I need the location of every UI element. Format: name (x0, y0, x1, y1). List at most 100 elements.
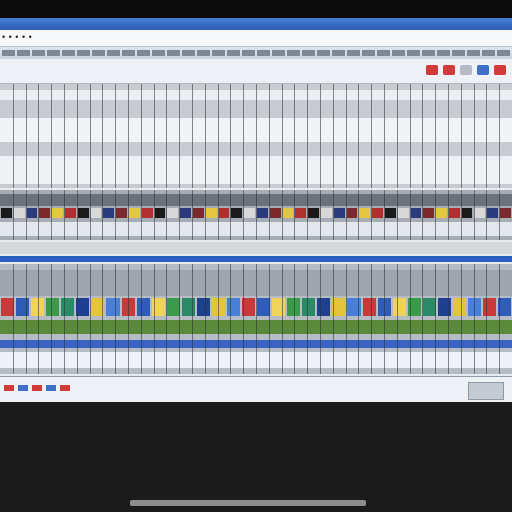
menu-item[interactable] (92, 50, 105, 56)
menu-item[interactable] (197, 50, 210, 56)
mixer-channel[interactable] (26, 208, 38, 218)
mixer-channel[interactable] (410, 208, 422, 218)
window-titlebar[interactable] (0, 18, 512, 30)
clip-block[interactable] (16, 298, 30, 316)
mixer-channel[interactable] (77, 208, 89, 218)
upper-track-pane[interactable] (0, 84, 512, 188)
menu-item[interactable] (362, 50, 375, 56)
menu-item[interactable] (77, 50, 90, 56)
menu-item[interactable] (137, 50, 150, 56)
menu-item[interactable] (497, 50, 510, 56)
menu-item[interactable] (227, 50, 240, 56)
menu-item[interactable] (167, 50, 180, 56)
menu-item[interactable] (332, 50, 345, 56)
mixer-channel[interactable] (448, 208, 460, 218)
mixer-channel[interactable] (384, 208, 396, 218)
mixer-channel[interactable] (180, 208, 191, 218)
clip-block[interactable] (332, 298, 346, 316)
mixer-channel[interactable] (436, 208, 447, 218)
menu-item[interactable] (467, 50, 480, 56)
mixer-channel[interactable] (397, 208, 409, 218)
clip-block[interactable] (452, 298, 466, 316)
menu-item[interactable] (182, 50, 195, 56)
menu-item[interactable] (47, 50, 60, 56)
grey-tool-icon[interactable] (460, 65, 472, 75)
menu-item[interactable] (152, 50, 165, 56)
menu-item[interactable] (2, 50, 15, 56)
red-tool-icon[interactable] (494, 65, 506, 75)
lower-track-pane[interactable] (0, 264, 512, 374)
mixer-channel[interactable] (141, 208, 153, 218)
mixer-channel[interactable] (487, 208, 499, 218)
mixer-channel[interactable] (282, 208, 294, 218)
mixer-channel[interactable] (52, 208, 63, 218)
mixer-channel[interactable] (90, 208, 102, 218)
menu-item[interactable] (122, 50, 135, 56)
mixer-channel[interactable] (256, 208, 268, 218)
menu-item[interactable] (317, 50, 330, 56)
mixer-channel[interactable] (346, 208, 358, 218)
mixer-channel[interactable] (231, 208, 243, 218)
mixer-channel[interactable] (500, 208, 511, 218)
mixer-channel[interactable] (116, 208, 127, 218)
mixer-channel[interactable] (1, 208, 12, 218)
clip-block[interactable] (302, 298, 316, 316)
mixer-channel[interactable] (320, 208, 332, 218)
mixer-channel[interactable] (64, 208, 76, 218)
mixer-channel[interactable] (244, 208, 255, 218)
menu-item[interactable] (62, 50, 75, 56)
clip-block[interactable] (46, 298, 60, 316)
menu-item[interactable] (272, 50, 285, 56)
clip-block[interactable] (422, 298, 436, 316)
clip-block[interactable] (76, 298, 90, 316)
menu-item[interactable] (347, 50, 360, 56)
clip-block[interactable] (498, 298, 512, 316)
mixer-channel[interactable] (269, 208, 281, 218)
mixer-channel[interactable] (154, 208, 166, 218)
menu-item[interactable] (242, 50, 255, 56)
clip-block[interactable] (136, 298, 150, 316)
timeline-ruler[interactable] (0, 242, 512, 254)
menu-item[interactable] (32, 50, 45, 56)
mixer-channel[interactable] (474, 208, 486, 218)
mixer-channel[interactable] (333, 208, 345, 218)
red-tool-icon[interactable] (426, 65, 438, 75)
mixer-channel[interactable] (13, 208, 25, 218)
mixer-channel[interactable] (295, 208, 307, 218)
clip-block[interactable] (196, 298, 210, 316)
clip-block[interactable] (362, 298, 376, 316)
mixer-channel[interactable] (359, 208, 371, 218)
mixer-channel[interactable] (39, 208, 51, 218)
menu-item[interactable] (212, 50, 225, 56)
menu-item[interactable] (287, 50, 300, 56)
menu-item[interactable] (257, 50, 270, 56)
clip-block[interactable] (392, 298, 406, 316)
status-panel[interactable] (468, 382, 504, 400)
mixer-channel[interactable] (167, 208, 179, 218)
menu-item[interactable] (107, 50, 120, 56)
menu-item[interactable] (452, 50, 465, 56)
clip-block[interactable] (483, 298, 497, 316)
address-bar[interactable]: • • • • • (0, 30, 512, 47)
clip-block[interactable] (226, 298, 240, 316)
mixer-channel[interactable] (308, 208, 319, 218)
menu-item[interactable] (482, 50, 495, 56)
blue-tool-icon[interactable] (477, 65, 489, 75)
menu-item[interactable] (407, 50, 420, 56)
mixer-channel[interactable] (218, 208, 230, 218)
menu-item[interactable] (17, 50, 30, 56)
menu-item[interactable] (377, 50, 390, 56)
mixer-channel[interactable] (372, 208, 383, 218)
mixer-channel[interactable] (205, 208, 217, 218)
clip-block[interactable] (106, 298, 120, 316)
menu-item[interactable] (437, 50, 450, 56)
mixer-channel[interactable] (128, 208, 140, 218)
menu-item[interactable] (422, 50, 435, 56)
pane-divider[interactable] (0, 256, 512, 262)
clip-block[interactable] (272, 298, 286, 316)
menu-item[interactable] (392, 50, 405, 56)
mixer-channel[interactable] (192, 208, 204, 218)
red-tool-icon[interactable] (443, 65, 455, 75)
menu-item[interactable] (302, 50, 315, 56)
mixer-channel[interactable] (423, 208, 435, 218)
